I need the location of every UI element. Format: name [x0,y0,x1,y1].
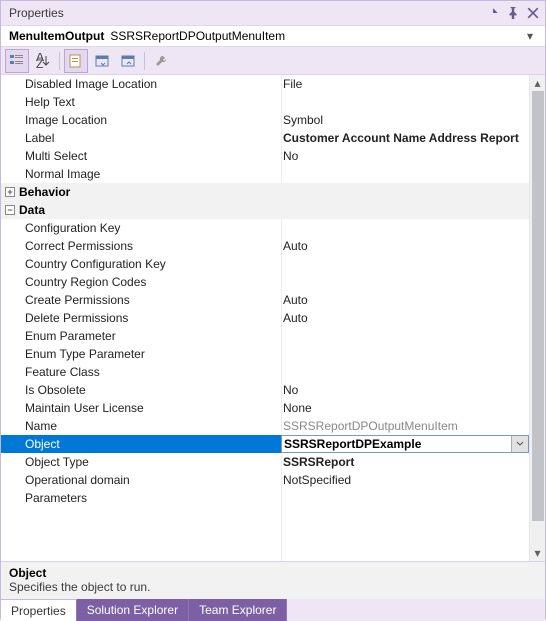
title-bar: Properties [1,1,545,25]
property-value: SSRSReportDPOutputMenuItem [281,417,529,435]
toolbar-separator [59,52,60,70]
property-label: Maintain User License [25,399,281,417]
property-row[interactable]: Country Region Codes [1,273,529,291]
tool-window-tabs: PropertiesSolution ExplorerTeam Explorer [1,599,545,621]
tab-properties[interactable]: Properties [1,599,77,621]
dropdown-button[interactable] [511,436,528,452]
property-label: Object [25,435,281,453]
property-row[interactable]: Enum Parameter [1,327,529,345]
property-row[interactable]: Configuration Key [1,219,529,237]
property-row[interactable]: Create PermissionsAuto [1,291,529,309]
property-label: Feature Class [25,363,281,381]
property-row[interactable]: Enum Type Parameter [1,345,529,363]
toolbar-button-5[interactable] [116,49,140,73]
property-row[interactable]: Is ObsoleteNo [1,381,529,399]
property-value: SSRSReportDPExample [282,435,511,453]
property-value: File [281,75,529,93]
svg-text:Z: Z [36,57,43,69]
property-label: Is Obsolete [25,381,281,399]
property-label: Configuration Key [25,219,281,237]
description-title: Object [9,566,537,580]
property-label: Delete Permissions [25,309,281,327]
property-value: SSRSReport [281,453,529,471]
property-row[interactable]: LabelCustomer Account Name Address Repor… [1,129,529,147]
property-row[interactable]: ObjectSSRSReportDPExample [1,435,529,453]
close-icon[interactable] [525,5,541,21]
toolbar-button-4[interactable] [90,49,114,73]
property-label: Create Permissions [25,291,281,309]
property-label: Enum Parameter [25,327,281,345]
object-name: SSRSReportDPOutputMenuItem [110,29,285,43]
property-value: Auto [281,309,529,327]
property-row[interactable]: Correct PermissionsAuto [1,237,529,255]
property-row[interactable]: NameSSRSReportDPOutputMenuItem [1,417,529,435]
description-text: Specifies the object to run. [9,580,537,594]
category-label: Behavior [19,183,70,201]
vertical-scrollbar[interactable]: ▴ ▾ [529,75,545,561]
property-row[interactable]: Delete PermissionsAuto [1,309,529,327]
property-value-editor[interactable]: SSRSReportDPExample [281,435,529,453]
categorized-button[interactable] [5,49,29,73]
property-label: Help Text [25,93,281,111]
property-row[interactable]: Image LocationSymbol [1,111,529,129]
object-type: MenuItemOutput [9,29,104,43]
category-row[interactable]: −Data [1,201,529,219]
expand-icon[interactable]: − [5,205,15,215]
property-label: Object Type [25,453,281,471]
property-value: Auto [281,291,529,309]
property-label: Country Region Codes [25,273,281,291]
property-label: Label [25,129,281,147]
object-selector[interactable]: MenuItemOutput SSRSReportDPOutputMenuIte… [1,25,545,47]
wrench-button[interactable] [149,49,173,73]
property-label: Image Location [25,111,281,129]
expand-icon[interactable]: + [5,187,15,197]
property-label: Multi Select [25,147,281,165]
property-label: Operational domain [25,471,281,489]
property-label: Correct Permissions [25,237,281,255]
property-value: Symbol [281,111,529,129]
tab-solution-explorer[interactable]: Solution Explorer [77,599,189,621]
panel-title: Properties [9,6,481,20]
property-label: Country Configuration Key [25,255,281,273]
property-row[interactable]: Country Configuration Key [1,255,529,273]
property-label: Disabled Image Location [25,75,281,93]
property-value: Auto [281,237,529,255]
property-label: Normal Image [25,165,281,183]
property-label: Parameters [25,489,281,507]
tab-team-explorer[interactable]: Team Explorer [189,599,287,621]
properties-toolbar: AZ [1,47,545,75]
pin-icon[interactable] [505,5,521,21]
property-label: Enum Type Parameter [25,345,281,363]
property-row[interactable]: Multi SelectNo [1,147,529,165]
description-pane: Object Specifies the object to run. [1,561,545,599]
scroll-thumb[interactable] [532,91,544,521]
category-row[interactable]: + Behavior [1,183,529,201]
property-row[interactable]: Disabled Image LocationFile [1,75,529,93]
scroll-down-icon[interactable]: ▾ [530,545,545,561]
toolbar-separator [144,52,145,70]
property-row[interactable]: Object TypeSSRSReport [1,453,529,471]
scroll-up-icon[interactable]: ▴ [530,75,545,91]
property-grid: Disabled Image LocationFileHelp TextImag… [1,75,545,561]
alphabetical-button[interactable]: AZ [31,49,55,73]
property-value: Customer Account Name Address Report [281,129,529,147]
property-row[interactable]: Normal Image [1,165,529,183]
property-label: Name [25,417,281,435]
property-row[interactable]: Feature Class [1,363,529,381]
window-position-icon[interactable] [485,5,501,21]
property-row[interactable]: Maintain User LicenseNone [1,399,529,417]
property-row[interactable]: Help Text [1,93,529,111]
property-row[interactable]: Parameters [1,489,529,507]
category-label: Data [19,201,45,219]
property-value: None [281,399,529,417]
property-value: NotSpecified [281,471,529,489]
property-row[interactable]: Operational domainNotSpecified [1,471,529,489]
chevron-down-icon: ▾ [523,29,537,43]
property-value: No [281,147,529,165]
property-value: No [281,381,529,399]
property-pages-button[interactable] [64,49,88,73]
